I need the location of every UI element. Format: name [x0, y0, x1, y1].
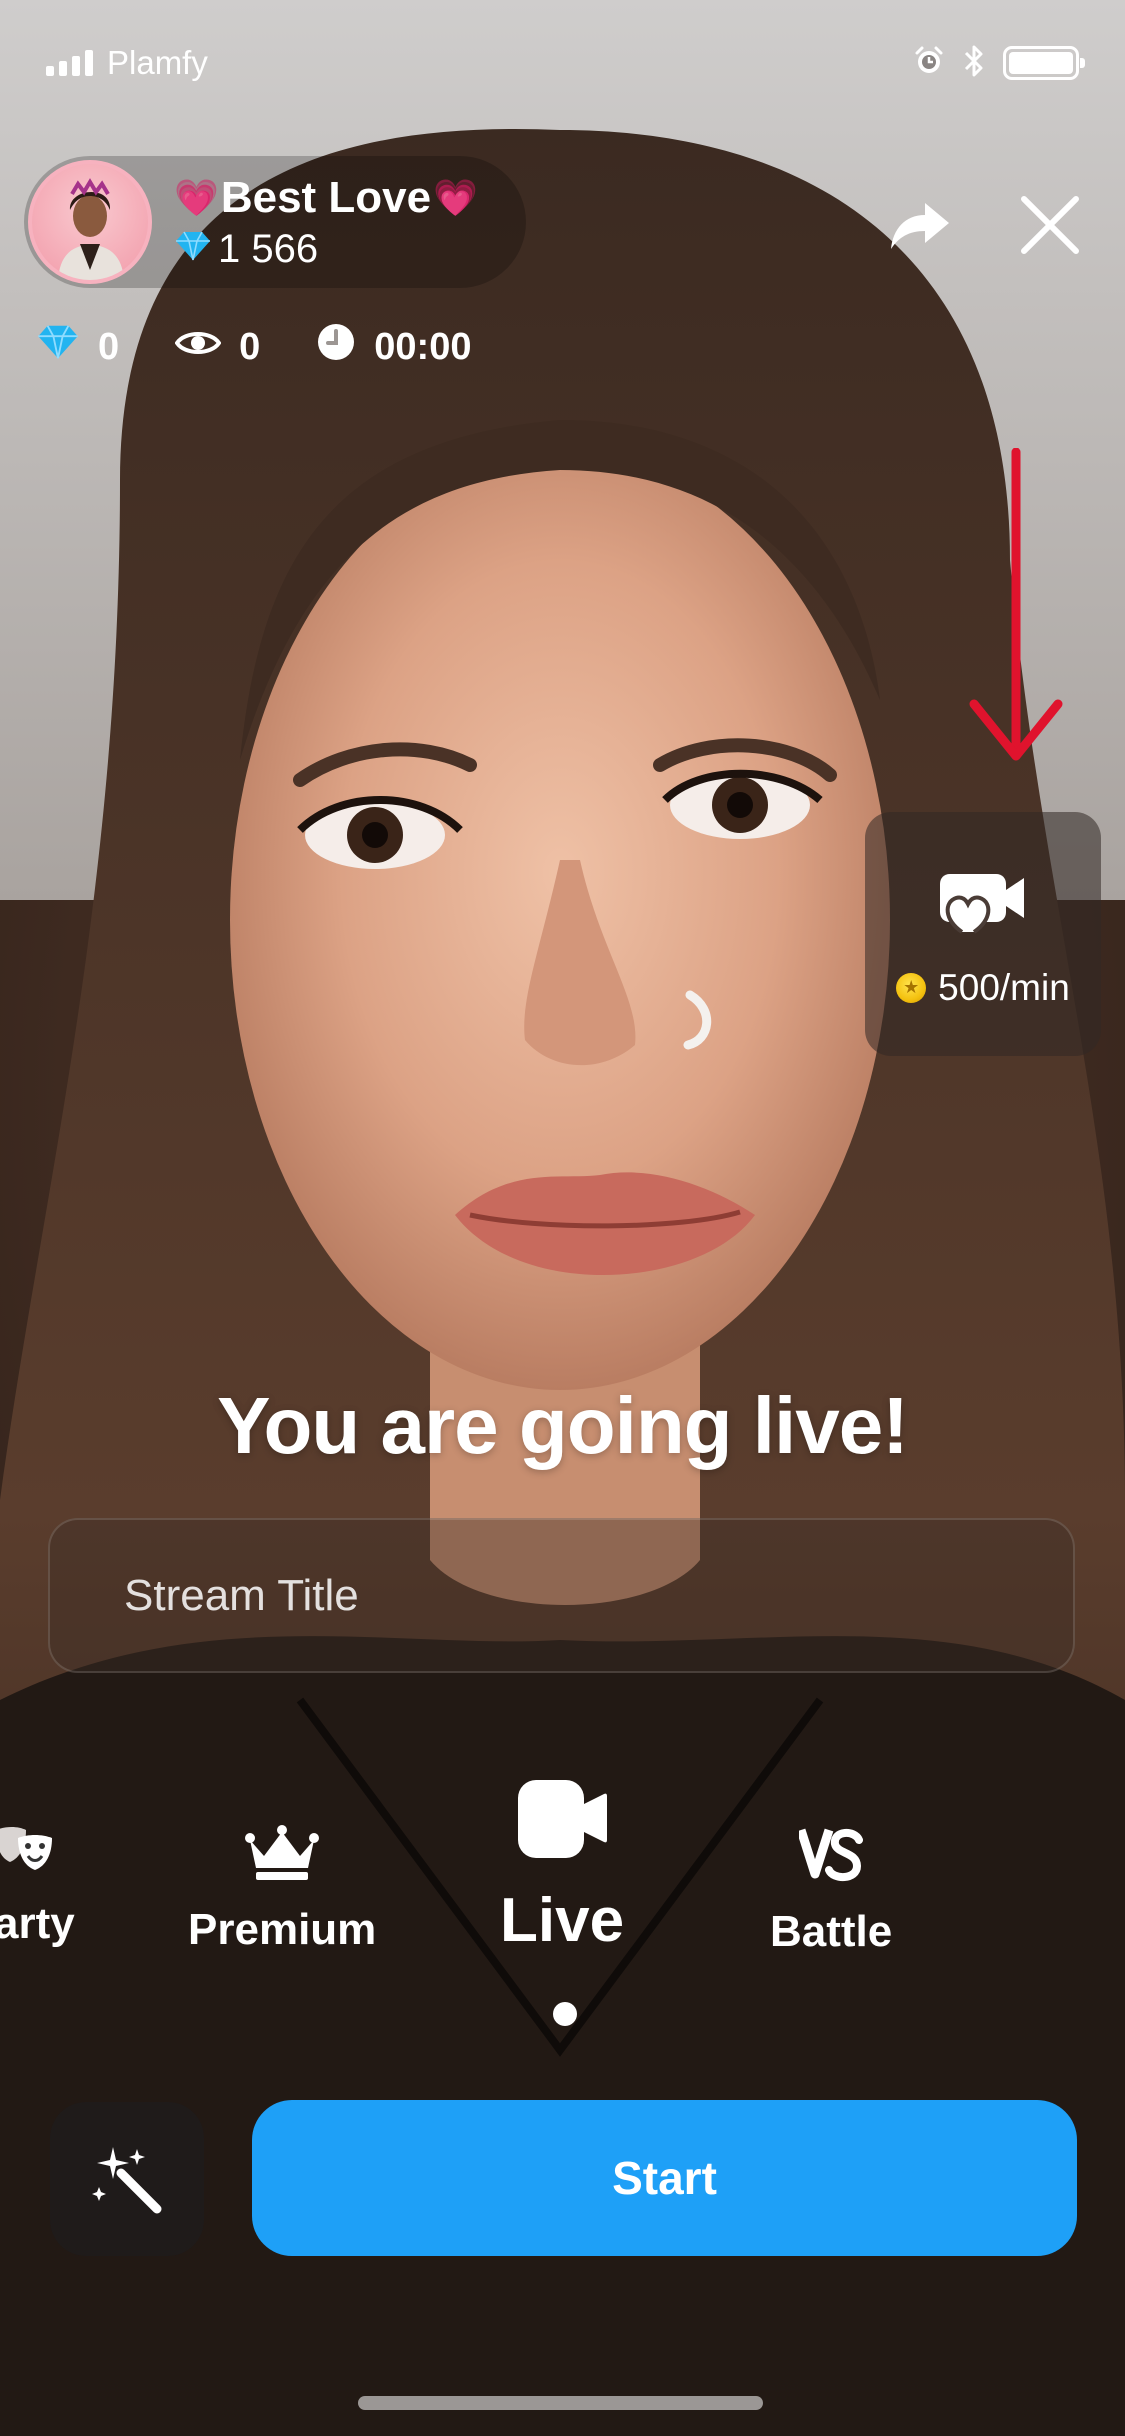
- diamond-icon: [174, 227, 212, 272]
- status-icons: [913, 43, 1085, 84]
- share-button[interactable]: [885, 190, 955, 260]
- stat-viewers: 0: [174, 325, 261, 369]
- stat-viewers-value: 0: [239, 325, 261, 368]
- signal-icon: [46, 50, 93, 76]
- going-live-headline: You are going live!: [217, 1381, 909, 1470]
- coin-icon: ★: [896, 972, 927, 1003]
- mode-battle-label: Battle: [770, 1907, 893, 1956]
- battery-icon: [1003, 46, 1085, 80]
- mode-premium-label: Premium: [188, 1905, 377, 1954]
- host-details: 💗 Best Love 💗 1 566: [174, 173, 478, 272]
- stat-duration: 00:00: [316, 322, 471, 372]
- mode-live[interactable]: Live: [500, 1778, 624, 1956]
- bluetooth-icon: [963, 43, 985, 84]
- stat-diamonds-value: 0: [98, 325, 120, 368]
- top-actions: [885, 190, 1085, 260]
- carrier-name: Plamfy: [107, 44, 208, 81]
- mode-premium[interactable]: Premium: [188, 1822, 376, 1955]
- start-button[interactable]: Start: [252, 2100, 1077, 2256]
- carrier-info: Plamfy: [46, 44, 208, 82]
- mode-live-label: Live: [500, 1886, 625, 1955]
- host-diamonds: 1 566: [174, 227, 478, 272]
- video-call-icon: [940, 860, 1026, 939]
- close-button[interactable]: [1015, 190, 1085, 260]
- alarm-icon: [913, 45, 945, 82]
- paid-video-card[interactable]: ★ 500/min: [865, 812, 1101, 1056]
- heart-icon: 💗: [174, 176, 219, 218]
- magic-wand-icon: [92, 2147, 162, 2214]
- eye-icon: [174, 326, 222, 369]
- diamond-icon: [36, 323, 80, 371]
- host-diamond-count: 1 566: [218, 226, 319, 271]
- mode-party[interactable]: arty: [0, 1824, 75, 1949]
- vs-icon: [796, 1826, 864, 1889]
- home-indicator[interactable]: [358, 2396, 763, 2410]
- heart-icon: 💗: [433, 176, 478, 218]
- clock-icon: [316, 322, 356, 372]
- status-bar: Plamfy: [46, 38, 1085, 88]
- mode-party-label: arty: [0, 1899, 75, 1948]
- mode-battle[interactable]: Battle: [770, 1826, 892, 1957]
- stat-duration-value: 00:00: [374, 325, 472, 368]
- camera-icon: [516, 1778, 608, 1865]
- host-name-text: Best Love: [220, 172, 432, 222]
- share-icon: [891, 203, 949, 249]
- mode-selector: arty Premium Live Battle: [0, 1770, 1125, 2030]
- annotation-arrow-icon: [969, 448, 1063, 761]
- effects-button[interactable]: [50, 2102, 204, 2256]
- host-avatar[interactable]: [28, 160, 152, 284]
- stat-diamonds: 0: [36, 323, 119, 371]
- crown-icon: [244, 1822, 320, 1887]
- price-per-minute: ★ 500/min: [896, 967, 1070, 1009]
- close-icon: [1021, 196, 1079, 254]
- live-stats: 0 0 00:00: [36, 322, 471, 372]
- stream-title-input[interactable]: [48, 1518, 1075, 1673]
- price-value: 500/min: [938, 966, 1070, 1008]
- party-masks-icon: [0, 1824, 58, 1881]
- host-info-pill[interactable]: 💗 Best Love 💗 1 566: [24, 156, 526, 288]
- active-mode-indicator: [553, 2002, 577, 2026]
- host-name: 💗 Best Love 💗: [174, 173, 478, 223]
